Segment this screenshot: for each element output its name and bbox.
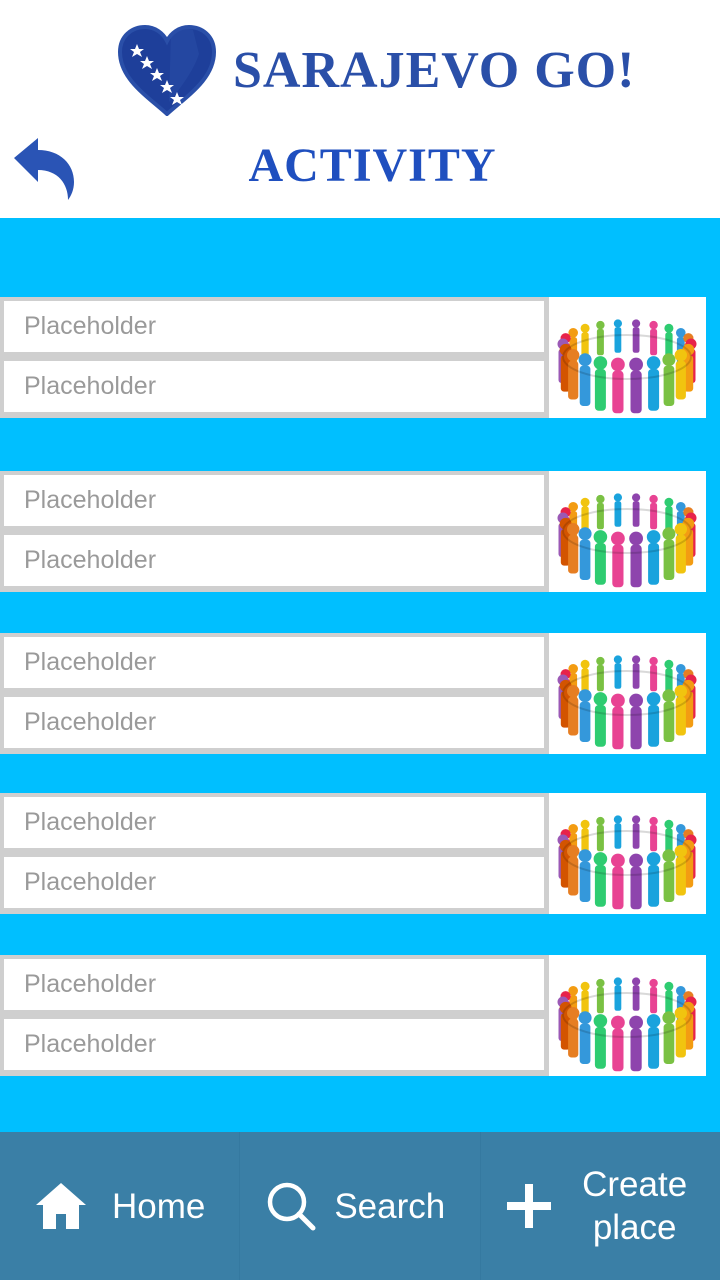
- activity-detail-field[interactable]: Placeholder: [4, 361, 544, 412]
- activity-thumbnail: [549, 955, 706, 1076]
- app-logo: SARAJEVO GO!: [117, 22, 637, 118]
- activity-thumbnail: [549, 793, 706, 914]
- people-circle-icon: [557, 815, 697, 910]
- activity-name-field[interactable]: Placeholder: [4, 301, 544, 352]
- activity-thumbnail: [549, 471, 706, 592]
- activity-card[interactable]: Placeholder Placeholder: [0, 793, 706, 914]
- activity-detail-field[interactable]: Placeholder: [4, 857, 544, 908]
- activity-card[interactable]: Placeholder Placeholder: [0, 955, 706, 1076]
- activity-thumbnail: [549, 633, 706, 754]
- activity-thumbnail: [549, 297, 706, 418]
- activity-card[interactable]: Placeholder Placeholder: [0, 633, 706, 754]
- activity-detail-field[interactable]: Placeholder: [4, 697, 544, 748]
- nav-home-button[interactable]: Home: [0, 1132, 239, 1280]
- plus-icon: [506, 1184, 551, 1228]
- activity-card[interactable]: Placeholder Placeholder: [0, 297, 706, 418]
- nav-create-label-line1: Create: [582, 1165, 688, 1204]
- nav-create-place-button[interactable]: Create place: [479, 1132, 720, 1280]
- nav-create-label-line2: place: [592, 1208, 677, 1247]
- people-circle-icon: [557, 977, 697, 1072]
- heart-flag-logo-icon: [117, 24, 217, 116]
- page-title: ACTIVITY: [248, 139, 497, 192]
- people-circle-icon: [557, 655, 697, 750]
- nav-search-button[interactable]: Search: [239, 1132, 479, 1280]
- activity-name-field[interactable]: Placeholder: [4, 637, 544, 688]
- search-icon: [268, 1182, 316, 1231]
- nav-search-label: Search: [334, 1186, 446, 1226]
- activity-detail-field[interactable]: Placeholder: [4, 1019, 544, 1070]
- activity-name-field[interactable]: Placeholder: [4, 475, 544, 526]
- people-circle-icon: [557, 493, 697, 588]
- app-logo-text: SARAJEVO GO!: [233, 41, 636, 99]
- activity-list: Placeholder Placeholder Placeholder Plac…: [0, 218, 720, 1132]
- activity-name-field[interactable]: Placeholder: [4, 959, 544, 1010]
- people-circle-icon: [557, 319, 697, 414]
- nav-home-label: Home: [112, 1186, 206, 1226]
- activity-detail-field[interactable]: Placeholder: [4, 535, 544, 586]
- activity-card[interactable]: Placeholder Placeholder: [0, 471, 706, 592]
- activity-screen: SARAJEVO GO! ACTIVITY Placeholder Placeh…: [0, 0, 720, 1280]
- nav-create-place-label: Create place: [575, 1163, 695, 1249]
- activity-name-field[interactable]: Placeholder: [4, 797, 544, 848]
- bottom-nav: Home Search Create place: [0, 1132, 720, 1280]
- home-icon: [36, 1183, 86, 1229]
